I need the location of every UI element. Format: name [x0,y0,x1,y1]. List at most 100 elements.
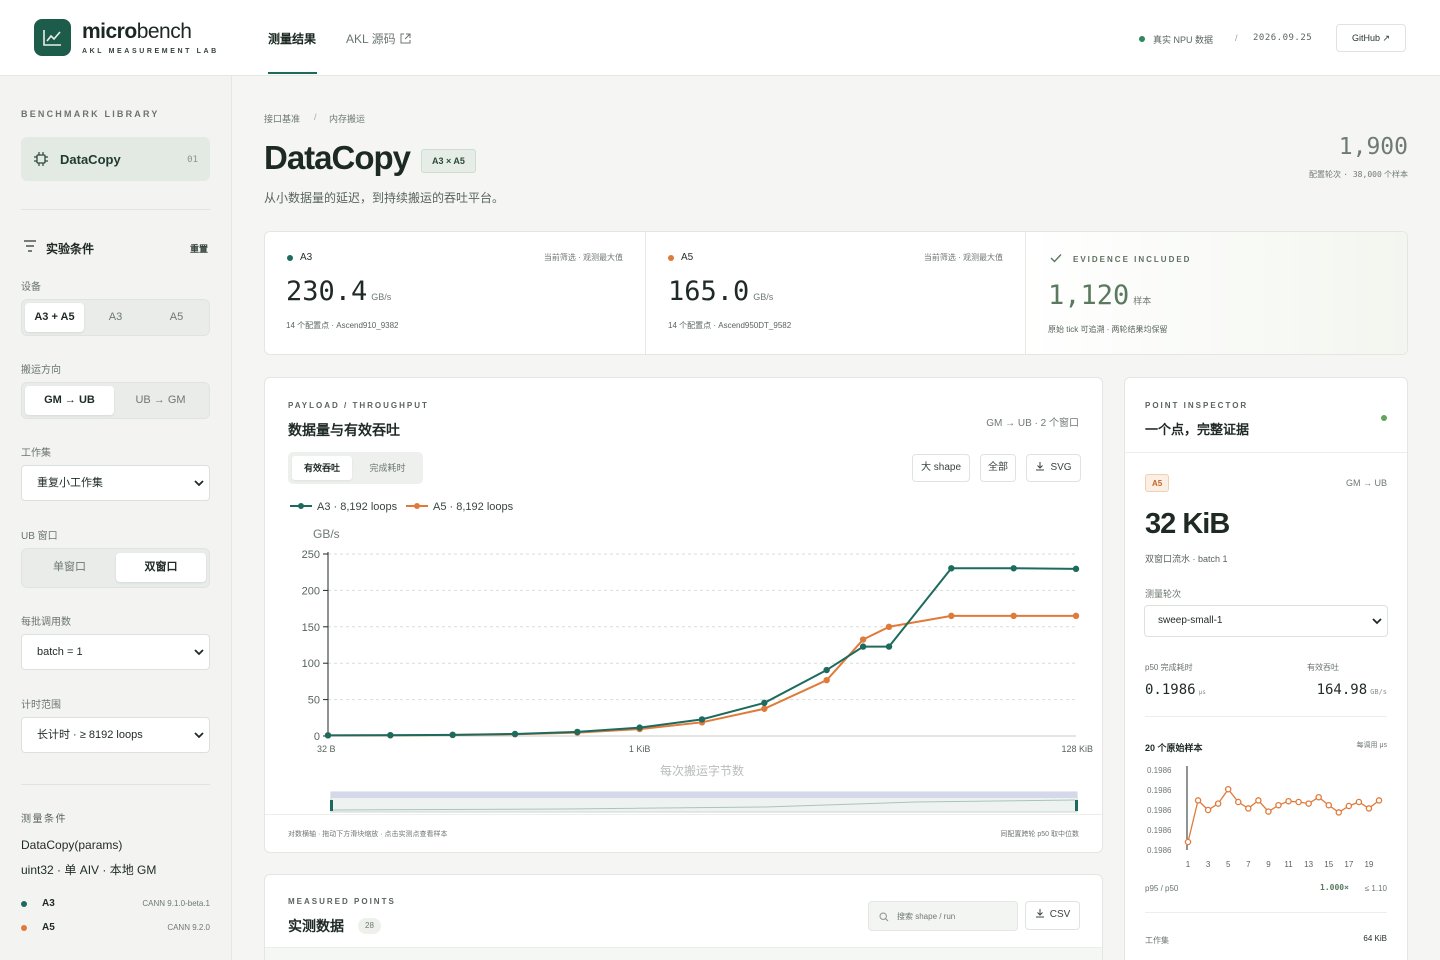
sample-point[interactable] [1214,800,1222,807]
reset-button[interactable]: 重置 [190,242,208,255]
sample-point[interactable] [1365,805,1373,812]
sample-point[interactable] [1295,798,1302,806]
direction-option-ub-gm[interactable]: UB → GM [116,386,205,415]
sample-point[interactable] [1305,800,1312,807]
data-point[interactable] [761,705,768,712]
samples-chart[interactable]: 0.19860.19860.19860.19860.19861 3 5 7 9 11 13 1… [1125,756,1407,876]
export-csv-button[interactable]: CSV [1025,901,1080,930]
table-title: 实测数据 [288,918,344,934]
inspector-title: 一个点，完整证据 [1145,422,1250,437]
y-tick-label: 0 [314,731,320,743]
data-point[interactable] [324,732,332,739]
brand-name: microbench [82,20,192,43]
device-option-a3[interactable]: A3 [86,303,145,332]
github-button[interactable]: GitHub ↗ [1336,24,1406,52]
round-select[interactable]: sweep-small-1 [1144,605,1388,637]
data-point[interactable] [885,623,893,630]
timing-select[interactable]: 长计时 · ≥ 8192 loops [21,717,210,753]
data-date: 2026.09.25 [1253,33,1313,43]
samples-unit: 每调用 μs [1356,742,1387,749]
chart-title: 数据量与有效吞吐 [288,422,400,438]
metric-tabs: 有效吞吐 完成耗时 [288,452,423,484]
data-point[interactable] [511,730,519,738]
sample-point[interactable] [1184,838,1192,846]
direction-option-gm-ub[interactable]: GM → UB [25,386,114,415]
sample-point[interactable] [1325,801,1332,809]
data-point[interactable] [948,565,955,572]
sample-point[interactable] [1204,806,1212,814]
data-point[interactable] [1010,565,1017,572]
data-point[interactable] [948,612,955,620]
points-count-badge: 28 [358,918,381,934]
sample-point[interactable] [1275,801,1282,809]
sample-point[interactable] [1285,797,1292,805]
total-rounds-caption: 配置轮次 · 38,000 个样本 [1309,170,1408,179]
tab-throughput[interactable]: 有效吞吐 [292,456,352,480]
x-tick-label: 32 B [317,744,336,754]
batch-select[interactable]: batch = 1 [21,634,210,670]
tab-akl-source[interactable]: AKL 源码 [346,30,411,47]
sample-point[interactable] [1194,797,1202,804]
table-caption: MEASURED POINTS [288,897,396,906]
sample-point[interactable] [1235,798,1242,806]
sample-point[interactable] [1315,793,1322,801]
table-header-row [265,948,1102,960]
inspector-caption: POINT INSPECTOR [1145,401,1249,410]
data-point[interactable] [449,731,456,739]
sample-point[interactable] [1345,802,1353,810]
sidebar-item-number: 01 [187,155,198,165]
sample-point[interactable] [1355,798,1363,806]
sample-point[interactable] [1245,805,1252,812]
range-slider-handle-right[interactable] [1075,800,1078,811]
breadcrumb-item[interactable]: 接口基准 [264,112,300,125]
sample-x-label: 19 [1364,860,1373,869]
data-point[interactable] [823,666,830,674]
data-point[interactable] [1072,612,1080,620]
data-point[interactable] [885,643,893,650]
data-point[interactable] [823,676,830,684]
tab-results[interactable]: 测量结果 [268,30,316,47]
range-slider-handle-left[interactable] [330,800,333,811]
device-option-a3-a5[interactable]: A3 + A5 [25,303,84,332]
stat-note: 当前筛选 · 观测最大值 [923,253,1003,262]
data-point[interactable] [859,636,867,643]
sidebar-item-datacopy[interactable]: DataCopy 01 [21,137,210,181]
evidence-footnote: 原始 tick 可追溯 · 两轮结果均保留 [1048,325,1168,334]
chevron-down-icon [194,480,204,487]
external-link-icon [400,33,411,44]
page-title: DataCopy [264,139,411,176]
sample-point[interactable] [1265,808,1272,815]
window-option-single[interactable]: 单窗口 [25,553,114,582]
workset-detail-value: 64 KiB [1363,934,1387,943]
p95-limit: ≤ 1.10 [1364,884,1387,893]
large-shape-button[interactable]: 大 shape [912,454,970,482]
data-point[interactable] [574,728,581,736]
samples-title: 20 个原始样本 [1145,743,1203,753]
sample-point[interactable] [1224,785,1232,793]
round-label: 测量轮次 [1145,589,1182,599]
measure-caption: 测量条件 [21,814,67,825]
throughput-chart[interactable]: A3 · 8,192 loops A5 · 8,192 loops GB/s 0 50 1… [265,488,1104,818]
sample-point[interactable] [1375,797,1383,804]
data-point[interactable] [859,643,867,650]
data-point[interactable] [698,716,706,723]
workset-select[interactable]: 重复小工作集 [21,465,210,501]
all-button[interactable]: 全部 [980,454,1016,482]
stat-footnote: 14 个配置点 · Ascend950DT_9582 [668,321,792,330]
data-point[interactable] [636,724,643,731]
sample-point[interactable] [1255,797,1262,804]
logo[interactable] [34,19,71,56]
data-point[interactable] [1010,612,1017,620]
tab-latency[interactable]: 完成耗时 [356,456,419,480]
sample-point[interactable] [1335,809,1343,816]
device-option-a5[interactable]: A5 [147,303,206,332]
library-caption: BENCHMARK LIBRARY [21,109,160,119]
search-input[interactable]: 搜索 shape / run [868,901,1018,931]
check-icon [1050,254,1062,263]
evidence-value: 1,120 样本 [1048,280,1152,311]
data-point[interactable] [1072,565,1080,573]
data-point[interactable] [761,699,768,707]
export-svg-button[interactable]: SVG [1026,454,1081,482]
data-point[interactable] [387,731,394,739]
window-option-double[interactable]: 双窗口 [116,553,206,582]
